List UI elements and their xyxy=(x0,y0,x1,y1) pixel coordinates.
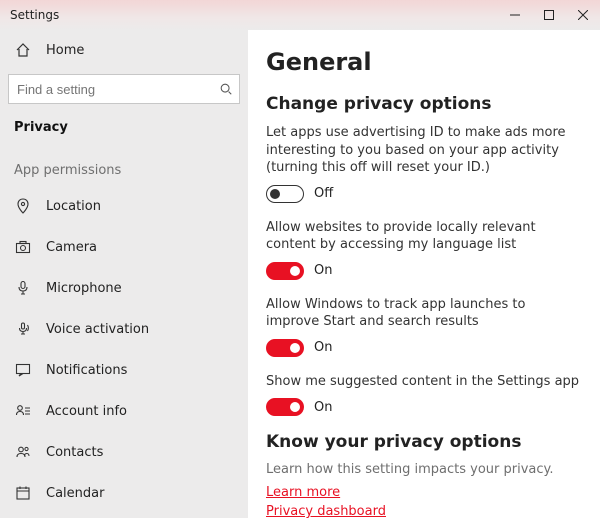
camera-icon xyxy=(14,239,32,255)
notifications-icon xyxy=(14,362,32,378)
sidebar-item-voice-activation[interactable]: Voice activation xyxy=(0,308,248,349)
search-field[interactable] xyxy=(9,75,213,103)
home-icon xyxy=(14,42,32,58)
voice-activation-icon xyxy=(14,321,32,337)
settings-window: Settings Home xyxy=(0,0,600,518)
maximize-button[interactable] xyxy=(532,0,566,30)
toggle-switch[interactable] xyxy=(266,398,304,416)
sidebar-item-label: Notifications xyxy=(46,363,127,378)
sidebar-item-label: Home xyxy=(46,43,84,58)
toggle-state-label: On xyxy=(314,400,332,415)
sidebar-item-label: Microphone xyxy=(46,281,122,296)
sidebar-item-label: Camera xyxy=(46,240,97,255)
minimize-button[interactable] xyxy=(498,0,532,30)
content-pane[interactable]: General Change privacy options Let apps … xyxy=(248,30,600,518)
microphone-icon xyxy=(14,280,32,296)
privacy-link[interactable]: Privacy dashboard xyxy=(266,504,580,518)
sidebar: Home Privacy App permissions Location xyxy=(0,30,248,518)
toggle-state-label: On xyxy=(314,340,332,355)
privacy-option: Let apps use advertising ID to make ads … xyxy=(266,124,580,203)
option-description: Allow websites to provide locally releva… xyxy=(266,219,580,254)
location-icon xyxy=(14,198,32,214)
window-title: Settings xyxy=(0,8,59,22)
privacy-option: Show me suggested content in the Setting… xyxy=(266,373,580,417)
toggle-switch[interactable] xyxy=(266,185,304,203)
page-heading: General xyxy=(266,48,580,76)
toggle-switch[interactable] xyxy=(266,262,304,280)
sidebar-item-camera[interactable]: Camera xyxy=(0,226,248,267)
sidebar-item-home[interactable]: Home xyxy=(0,30,248,70)
sidebar-item-location[interactable]: Location xyxy=(0,186,248,226)
sidebar-item-microphone[interactable]: Microphone xyxy=(0,267,248,308)
toggle-state-label: On xyxy=(314,263,332,278)
option-description: Let apps use advertising ID to make ads … xyxy=(266,124,580,177)
option-description: Show me suggested content in the Setting… xyxy=(266,373,580,391)
account-info-icon xyxy=(14,403,32,419)
sidebar-item-label: Voice activation xyxy=(46,322,149,337)
know-heading: Know your privacy options xyxy=(266,432,580,452)
sidebar-item-label: Calendar xyxy=(46,486,104,501)
privacy-link[interactable]: Learn more xyxy=(266,485,580,500)
sidebar-item-label: Location xyxy=(46,199,101,214)
close-button[interactable] xyxy=(566,0,600,30)
privacy-option: Allow Windows to track app launches to i… xyxy=(266,296,580,357)
sidebar-item-notifications[interactable]: Notifications xyxy=(0,349,248,390)
sidebar-item-calendar[interactable]: Calendar xyxy=(0,472,248,513)
titlebar: Settings xyxy=(0,0,600,30)
sidebar-item-contacts[interactable]: Contacts xyxy=(0,431,248,472)
toggle-switch[interactable] xyxy=(266,339,304,357)
know-subtext: Learn how this setting impacts your priv… xyxy=(266,462,580,477)
search-input[interactable] xyxy=(8,74,240,104)
contacts-icon xyxy=(14,444,32,460)
page-subheading: Change privacy options xyxy=(266,94,580,114)
sidebar-item-label: Account info xyxy=(46,404,127,419)
privacy-option: Allow websites to provide locally releva… xyxy=(266,219,580,280)
option-description: Allow Windows to track app launches to i… xyxy=(266,296,580,331)
sidebar-item-label: Contacts xyxy=(46,445,103,460)
sidebar-section-permissions: App permissions xyxy=(0,145,248,186)
sidebar-item-account-info[interactable]: Account info xyxy=(0,390,248,431)
toggle-state-label: Off xyxy=(314,186,333,201)
search-icon xyxy=(213,82,239,96)
calendar-icon xyxy=(14,485,32,501)
sidebar-category: Privacy xyxy=(0,112,248,145)
